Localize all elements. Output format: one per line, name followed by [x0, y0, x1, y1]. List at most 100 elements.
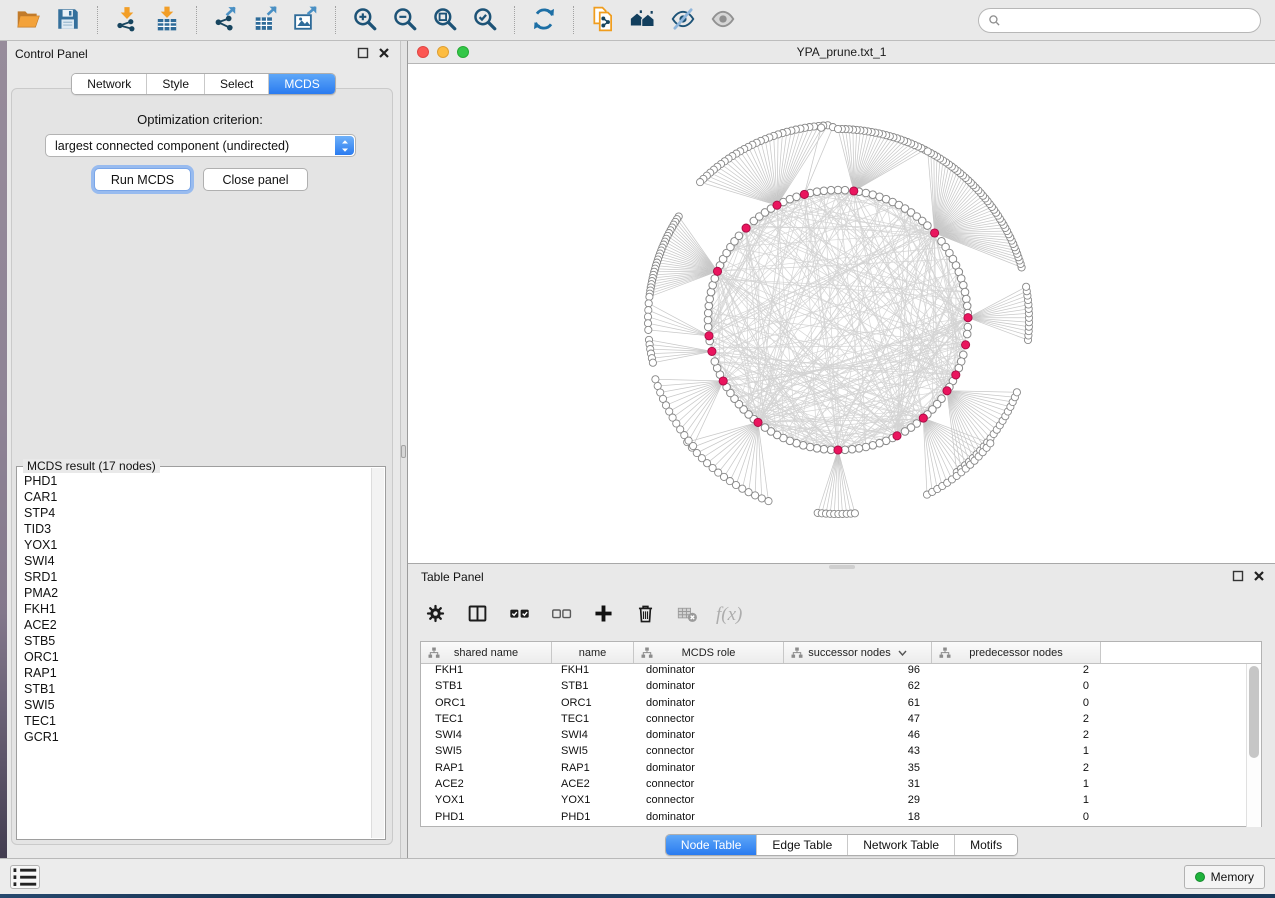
tab-network[interactable]: Network: [72, 74, 146, 94]
table-scrollbar[interactable]: [1246, 664, 1261, 827]
search-box[interactable]: [978, 8, 1261, 33]
mcds-result-item[interactable]: RAP1: [24, 665, 369, 681]
mcds-result-item[interactable]: CAR1: [24, 489, 369, 505]
panel-splitter[interactable]: [400, 41, 408, 858]
mcds-result-item[interactable]: PMA2: [24, 585, 369, 601]
table-cell: SWI4: [421, 729, 552, 745]
open-button[interactable]: [8, 3, 48, 37]
close-panel-icon[interactable]: [378, 47, 390, 59]
table-row[interactable]: ORC1ORC1dominator610: [421, 697, 1247, 713]
column-header-MCDS-role[interactable]: MCDS role: [634, 642, 784, 663]
deselect-all-button[interactable]: [548, 602, 574, 628]
export-network-button[interactable]: [206, 3, 246, 37]
zoom-selected-button[interactable]: [465, 3, 505, 37]
mcds-result-item[interactable]: SRD1: [24, 569, 369, 585]
show-all-button[interactable]: [703, 3, 743, 37]
float-panel-icon[interactable]: [357, 47, 369, 59]
close-panel-button[interactable]: Close panel: [203, 168, 308, 191]
table-cell: ORC1: [552, 697, 634, 713]
add-button[interactable]: [590, 602, 616, 628]
home-view-button[interactable]: [623, 3, 663, 37]
table-row[interactable]: PHD1PHD1dominator180: [421, 811, 1247, 827]
mcds-result-item[interactable]: ACE2: [24, 617, 369, 633]
delete-button[interactable]: [632, 602, 658, 628]
column-label: MCDS role: [682, 647, 736, 659]
table-row[interactable]: FKH1FKH1dominator962: [421, 664, 1247, 680]
column-header-name[interactable]: name: [552, 642, 634, 663]
mcds-result-item[interactable]: SWI5: [24, 697, 369, 713]
splitter-grip[interactable]: [401, 445, 406, 458]
table-row[interactable]: YOX1YOX1connector291: [421, 794, 1247, 810]
memory-button[interactable]: Memory: [1184, 865, 1265, 889]
task-history-button[interactable]: [10, 865, 40, 889]
table-row[interactable]: RAP1RAP1dominator352: [421, 762, 1247, 778]
mcds-result-item[interactable]: STB5: [24, 633, 369, 649]
table-scrollbar-thumb[interactable]: [1249, 666, 1259, 758]
duplicate-network-button[interactable]: [583, 3, 623, 37]
optimization-criterion-select[interactable]: largest connected component (undirected): [45, 134, 356, 157]
float-table-panel-icon[interactable]: [1232, 570, 1244, 582]
tab-network-table[interactable]: Network Table: [847, 835, 954, 855]
table-row[interactable]: SWI4SWI4dominator462: [421, 729, 1247, 745]
table-cell: 35: [784, 762, 932, 778]
export-image-button[interactable]: [286, 3, 326, 37]
hide-selected-button[interactable]: [663, 3, 703, 37]
zoom-fit-button[interactable]: [425, 3, 465, 37]
export-table-button[interactable]: [246, 3, 286, 37]
import-table-button[interactable]: [147, 3, 187, 37]
mcds-result-item[interactable]: YOX1: [24, 537, 369, 553]
table-row[interactable]: SWI5SWI5connector431: [421, 745, 1247, 761]
function-builder-button[interactable]: f(x): [716, 602, 742, 628]
column-header-shared-name[interactable]: shared name: [421, 642, 552, 663]
table-cell: connector: [634, 713, 784, 729]
search-input[interactable]: [1007, 13, 1251, 27]
window-minimize-icon[interactable]: [437, 46, 449, 58]
mcds-result-item[interactable]: SWI4: [24, 553, 369, 569]
tab-motifs[interactable]: Motifs: [954, 835, 1017, 855]
table-cell: dominator: [634, 664, 784, 680]
mcds-result-item[interactable]: PHD1: [24, 473, 369, 489]
settings-button[interactable]: [422, 602, 448, 628]
mcds-result-item[interactable]: STB1: [24, 681, 369, 697]
tab-select[interactable]: Select: [204, 74, 268, 94]
zoom-out-button[interactable]: [385, 3, 425, 37]
table-cell: dominator: [634, 729, 784, 745]
mcds-result-item[interactable]: TEC1: [24, 713, 369, 729]
tab-edge-table[interactable]: Edge Table: [756, 835, 847, 855]
table-row[interactable]: ACE2ACE2connector311: [421, 778, 1247, 794]
memory-label: Memory: [1211, 870, 1254, 884]
application-window: Control Panel NetworkStyleSelectMCDS Opt…: [0, 0, 1275, 898]
mcds-list-scrollbar[interactable]: [371, 468, 384, 838]
delete-icon: [635, 603, 656, 627]
mcds-result-item[interactable]: GCR1: [24, 729, 369, 745]
mcds-result-item[interactable]: TID3: [24, 521, 369, 537]
column-header-successor-nodes[interactable]: successor nodes: [784, 642, 932, 663]
import-network-button[interactable]: [107, 3, 147, 37]
window-zoom-icon[interactable]: [457, 46, 469, 58]
table-cell: 43: [784, 745, 932, 761]
tab-mcds[interactable]: MCDS: [268, 74, 334, 94]
table-row[interactable]: STB1STB1dominator620: [421, 680, 1247, 696]
mcds-result-item[interactable]: FKH1: [24, 601, 369, 617]
save-button[interactable]: [48, 3, 88, 37]
close-table-panel-icon[interactable]: [1253, 570, 1265, 582]
mcds-result-item[interactable]: STP4: [24, 505, 369, 521]
zoom-in-button[interactable]: [345, 3, 385, 37]
desktop-wallpaper-bottom: [0, 894, 1275, 898]
select-all-button[interactable]: [506, 602, 532, 628]
destroy-table-button[interactable]: [674, 602, 700, 628]
table-cell: 2: [932, 729, 1101, 745]
column-label: name: [579, 647, 607, 659]
table-row[interactable]: TEC1TEC1connector472: [421, 713, 1247, 729]
columns-button[interactable]: [464, 602, 490, 628]
refresh-button[interactable]: [524, 3, 564, 37]
tab-style[interactable]: Style: [146, 74, 204, 94]
network-canvas[interactable]: [408, 64, 1275, 563]
run-mcds-button[interactable]: Run MCDS: [94, 168, 191, 191]
tab-node-table[interactable]: Node Table: [666, 835, 757, 855]
table-cell: 1: [932, 778, 1101, 794]
table-cell: dominator: [634, 697, 784, 713]
window-close-icon[interactable]: [417, 46, 429, 58]
column-header-predecessor-nodes[interactable]: predecessor nodes: [932, 642, 1101, 663]
mcds-result-item[interactable]: ORC1: [24, 649, 369, 665]
